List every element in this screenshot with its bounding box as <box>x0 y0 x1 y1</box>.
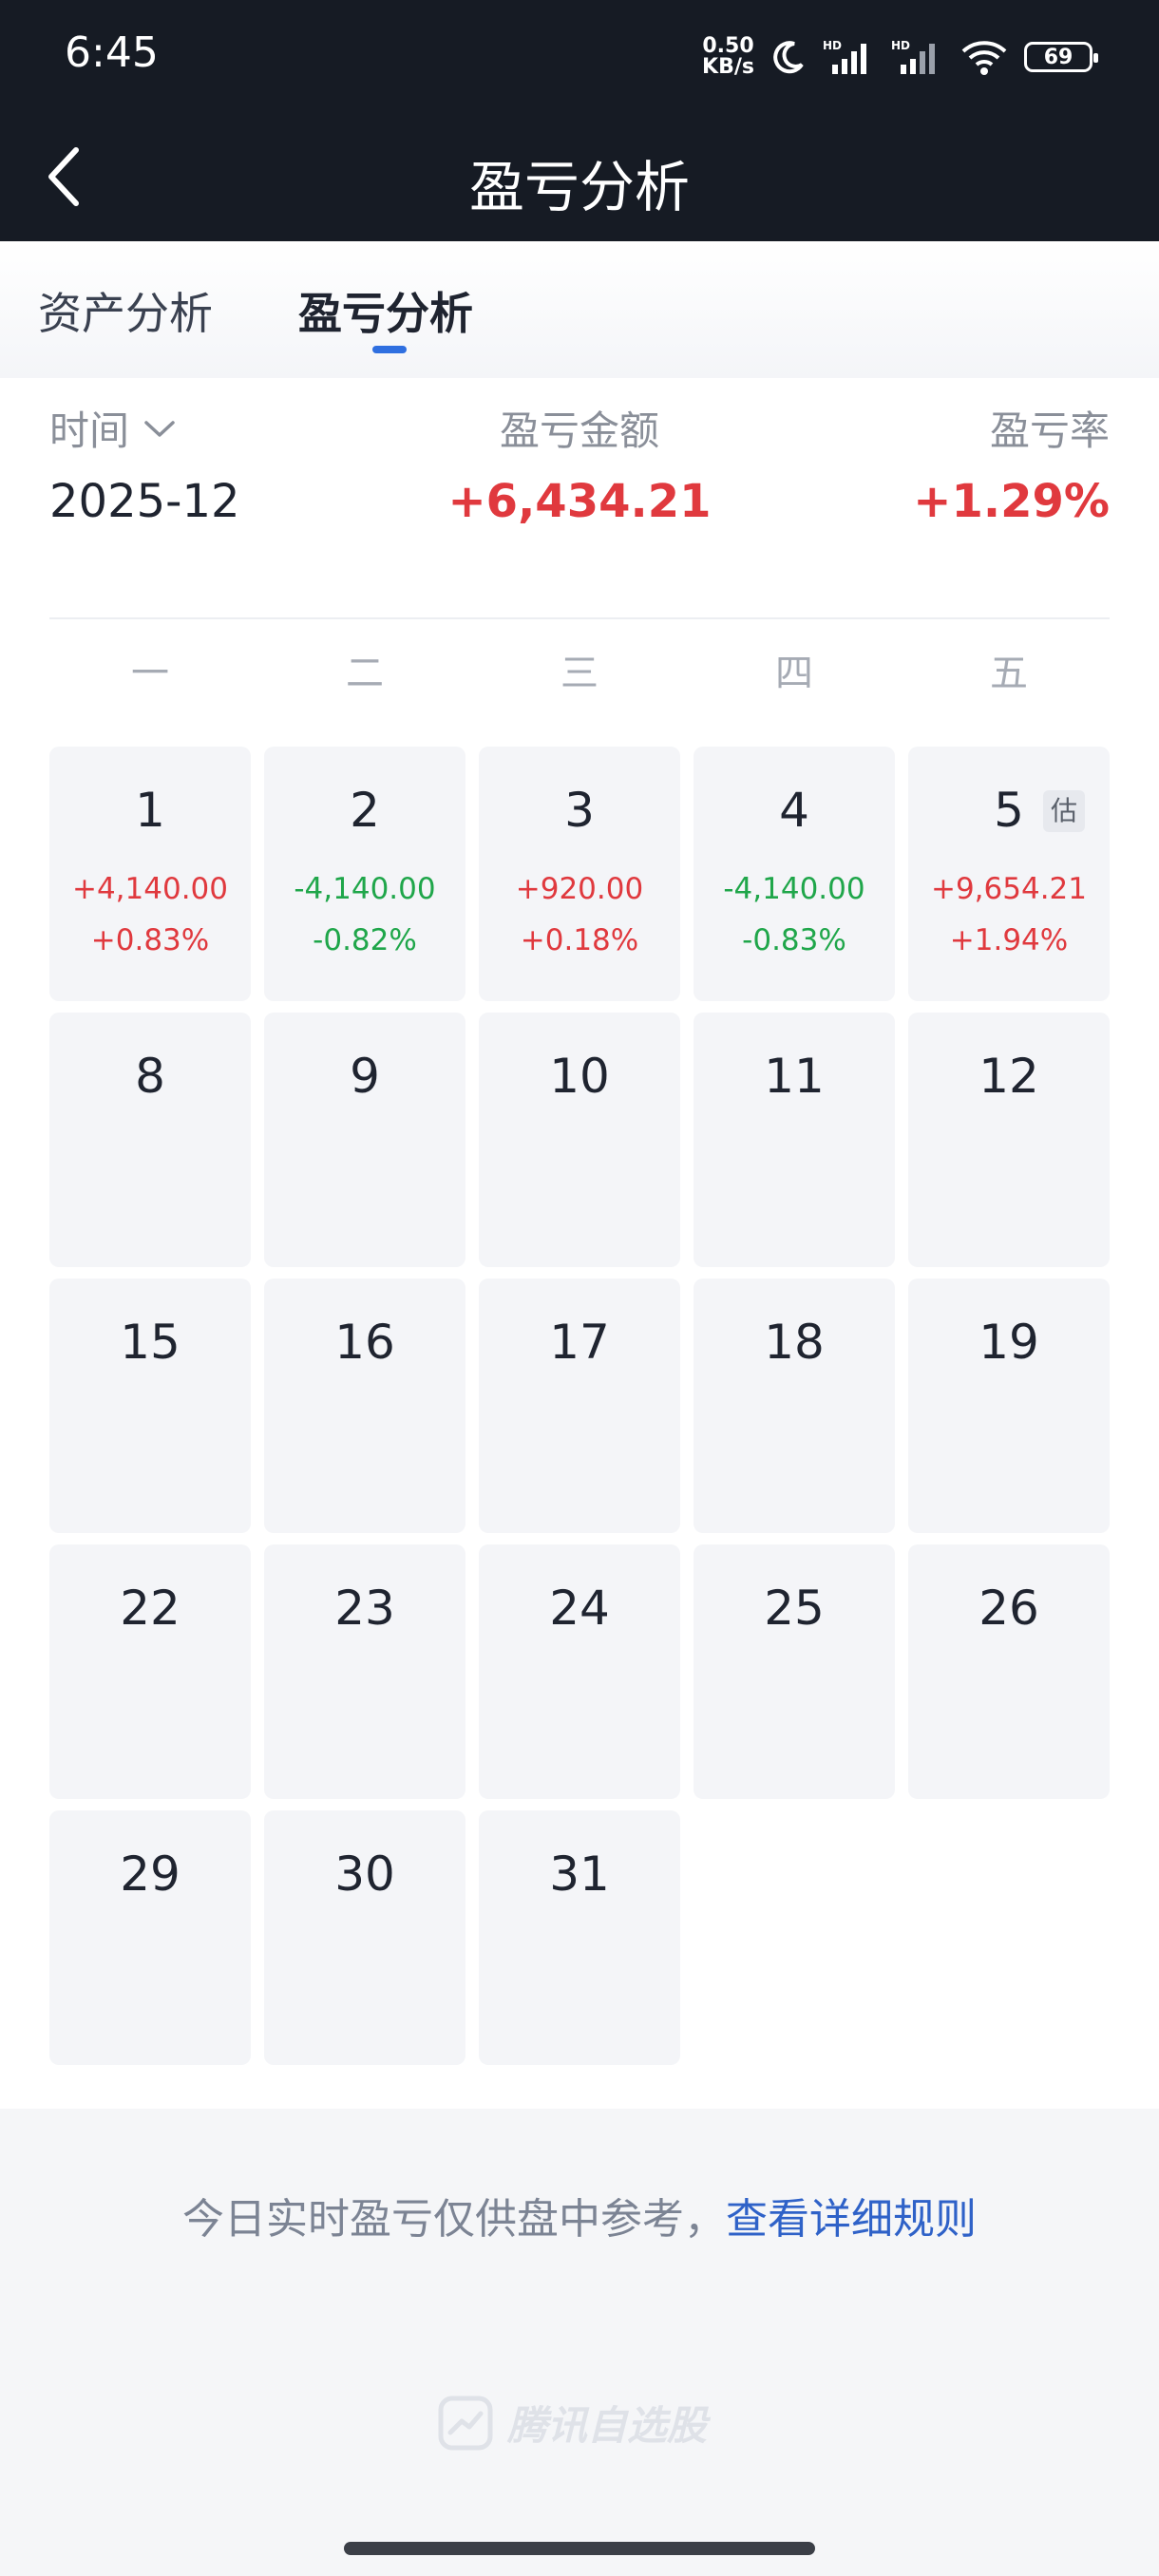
net-speed-value: 0.50 <box>702 34 754 58</box>
calendar-day-cell[interactable]: 5 +9,654.21 +1.94% 估 <box>908 747 1110 1001</box>
day-number: 4 <box>779 783 809 838</box>
wifi-icon <box>961 41 1007 75</box>
calendar-day-cell[interactable]: 19 <box>908 1279 1110 1533</box>
calendar-day-cell[interactable]: 30 <box>264 1810 466 2065</box>
day-pnl-rate: -0.82% <box>313 923 417 957</box>
day-pnl-amount: +920.00 <box>515 872 644 906</box>
day-number: 11 <box>764 1049 825 1104</box>
signal-hd-icon-2: HD <box>891 39 935 74</box>
day-number: 26 <box>978 1581 1039 1636</box>
day-pnl-amount: +9,654.21 <box>930 872 1088 906</box>
day-number: 15 <box>120 1315 180 1370</box>
tab-pnl-analysis[interactable]: 盈亏分析 <box>298 279 473 342</box>
page-title: 盈亏分析 <box>468 155 690 219</box>
calendar-day-cell[interactable]: 12 <box>908 1013 1110 1267</box>
day-number: 31 <box>549 1847 610 1902</box>
calendar-day-cell[interactable]: 8 <box>49 1013 251 1267</box>
rate-label: 盈亏率 <box>989 407 1110 454</box>
day-number: 29 <box>120 1847 180 1902</box>
calendar-day-cell[interactable]: 1 +4,140.00 +0.83% <box>49 747 251 1001</box>
calendar-day-cell[interactable]: 17 <box>479 1279 680 1533</box>
day-number: 19 <box>978 1315 1039 1370</box>
calendar-day-cell[interactable]: 9 <box>264 1013 466 1267</box>
day-number: 24 <box>549 1581 610 1636</box>
estimate-badge: 估 <box>1043 790 1085 832</box>
net-speed-unit: KB/s <box>702 55 754 79</box>
calendar-day-cell[interactable]: 25 <box>694 1544 895 1799</box>
weekday-label: 二 <box>346 652 384 695</box>
home-indicator[interactable] <box>344 2542 815 2555</box>
day-number: 30 <box>334 1847 395 1902</box>
moon-icon <box>773 41 804 74</box>
day-number: 10 <box>549 1049 610 1104</box>
calendar-day-cell[interactable]: 26 <box>908 1544 1110 1799</box>
calendar-day-cell[interactable]: 23 <box>264 1544 466 1799</box>
day-number: 18 <box>764 1315 825 1370</box>
day-number: 9 <box>350 1049 380 1104</box>
stock-app-logo-icon <box>438 2396 493 2450</box>
calendar-day-cell[interactable]: 24 <box>479 1544 680 1799</box>
day-pnl-amount: -4,140.00 <box>723 872 865 906</box>
watermark: 腾讯自选股 <box>437 2394 707 2452</box>
calendar-day-cell[interactable]: 31 <box>479 1810 680 2065</box>
calendar-day-cell[interactable]: 11 <box>694 1013 895 1267</box>
day-number: 3 <box>564 783 595 838</box>
weekday-label: 四 <box>775 652 813 695</box>
watermark-text: 腾讯自选股 <box>507 2402 708 2449</box>
calendar-day-cell[interactable]: 15 <box>49 1279 251 1533</box>
day-number: 1 <box>135 783 165 838</box>
day-number: 8 <box>135 1049 165 1104</box>
calendar-day-cell[interactable]: 22 <box>49 1544 251 1799</box>
day-number: 25 <box>764 1581 825 1636</box>
day-number: 17 <box>549 1315 610 1370</box>
footer-note: 今日实时盈亏仅供盘中参考，查看详细规则 <box>0 2185 1159 2245</box>
svg-text:HD: HD <box>823 39 842 52</box>
calendar-day-cell[interactable]: 18 <box>694 1279 895 1533</box>
weekday-label: 一 <box>131 652 169 695</box>
calendar-day-cell[interactable]: 2 -4,140.00 -0.82% <box>264 747 466 1001</box>
day-pnl-rate: +1.94% <box>949 923 1069 957</box>
day-pnl-rate: +0.18% <box>520 923 639 957</box>
status-bar: 6:45 0.50 KB/s HD HD 69 <box>0 0 1159 112</box>
day-pnl-amount: -4,140.00 <box>294 872 436 906</box>
status-time: 6:45 <box>65 28 159 77</box>
calendar-day-cell[interactable]: 3 +920.00 +0.18% <box>479 747 680 1001</box>
rate-value: +1.29% <box>913 475 1110 528</box>
calendar-day-cell[interactable]: 10 <box>479 1013 680 1267</box>
calendar-day-cell[interactable]: 4 -4,140.00 -0.83% <box>694 747 895 1001</box>
day-pnl-rate: +0.83% <box>90 923 210 957</box>
svg-text:HD: HD <box>891 39 910 52</box>
tab-asset-analysis[interactable]: 资产分析 <box>38 279 213 342</box>
amount-label: 盈亏金额 <box>499 407 659 454</box>
day-pnl-amount: +4,140.00 <box>71 872 229 906</box>
detail-rules-link[interactable]: 查看详细规则 <box>726 2195 977 2244</box>
day-number: 16 <box>334 1315 395 1370</box>
nav-bar: 盈亏分析 <box>0 112 1159 241</box>
weekday-label: 五 <box>990 652 1028 695</box>
status-icons: 0.50 KB/s HD HD 69 <box>702 28 1098 85</box>
tab-bar: 资产分析 盈亏分析 <box>0 241 1159 378</box>
weekday-label: 三 <box>560 652 598 695</box>
net-speed: 0.50 KB/s <box>702 36 754 78</box>
signal-hd-icon: HD <box>823 39 866 74</box>
day-number: 12 <box>978 1049 1039 1104</box>
battery-icon: 69 <box>1024 42 1098 72</box>
footer-note-text: 今日实时盈亏仅供盘中参考， <box>182 2195 726 2244</box>
day-number: 22 <box>120 1581 180 1636</box>
divider <box>49 617 1110 619</box>
calendar-day-cell[interactable]: 16 <box>264 1279 466 1533</box>
pnl-content: 时间 盈亏金额 盈亏率 2025-12 +6,434.21 +1.29% 一二三… <box>0 378 1159 2109</box>
calendar-day-cell[interactable]: 29 <box>49 1810 251 2065</box>
day-number: 2 <box>350 783 380 838</box>
day-number: 23 <box>334 1581 395 1636</box>
tab-active-indicator <box>372 346 407 353</box>
day-pnl-rate: -0.83% <box>742 923 846 957</box>
